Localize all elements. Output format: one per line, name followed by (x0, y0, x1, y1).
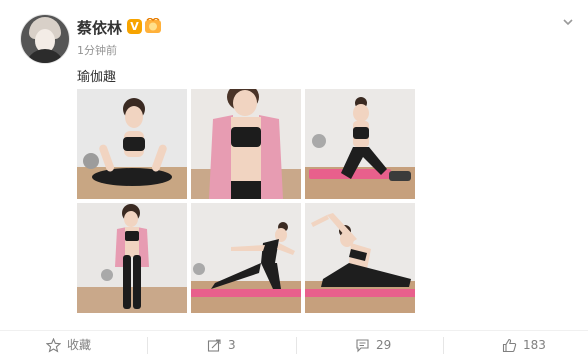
photo-1[interactable] (77, 89, 187, 199)
photo-3[interactable] (305, 89, 415, 199)
like-count: 183 (523, 338, 546, 352)
medal-icon[interactable] (144, 18, 162, 34)
repost-count: 3 (228, 338, 236, 352)
comment-button[interactable]: 29 (355, 331, 391, 360)
thumbs-up-icon (502, 338, 517, 353)
post-text: 瑜伽趣 (77, 70, 117, 85)
photo-5[interactable] (191, 203, 301, 313)
chevron-down-icon[interactable] (561, 15, 575, 29)
username[interactable]: 蔡依林 (77, 17, 122, 38)
verified-badge-icon: V (127, 19, 142, 34)
photo-4[interactable] (77, 203, 187, 313)
avatar-shoulder (25, 49, 65, 63)
comment-count: 29 (376, 338, 392, 352)
like-button[interactable]: 183 (502, 331, 546, 360)
star-icon (46, 338, 61, 353)
favorite-label: 收藏 (67, 338, 92, 352)
photo-grid (77, 89, 415, 313)
repost-button[interactable]: 3 (207, 331, 236, 360)
favorite-button[interactable]: 收藏 (46, 331, 91, 360)
toolbar-divider (443, 337, 444, 354)
post-action-bar: 收藏 3 29 183 (0, 330, 588, 360)
photo-6[interactable] (305, 203, 415, 313)
toolbar-divider (296, 337, 297, 354)
avatar[interactable] (20, 14, 70, 64)
repost-icon (207, 339, 221, 352)
toolbar-divider (147, 337, 148, 354)
photo-2[interactable] (191, 89, 301, 199)
post-timestamp[interactable]: 1分钟前 (77, 42, 117, 58)
comment-icon (356, 339, 369, 353)
